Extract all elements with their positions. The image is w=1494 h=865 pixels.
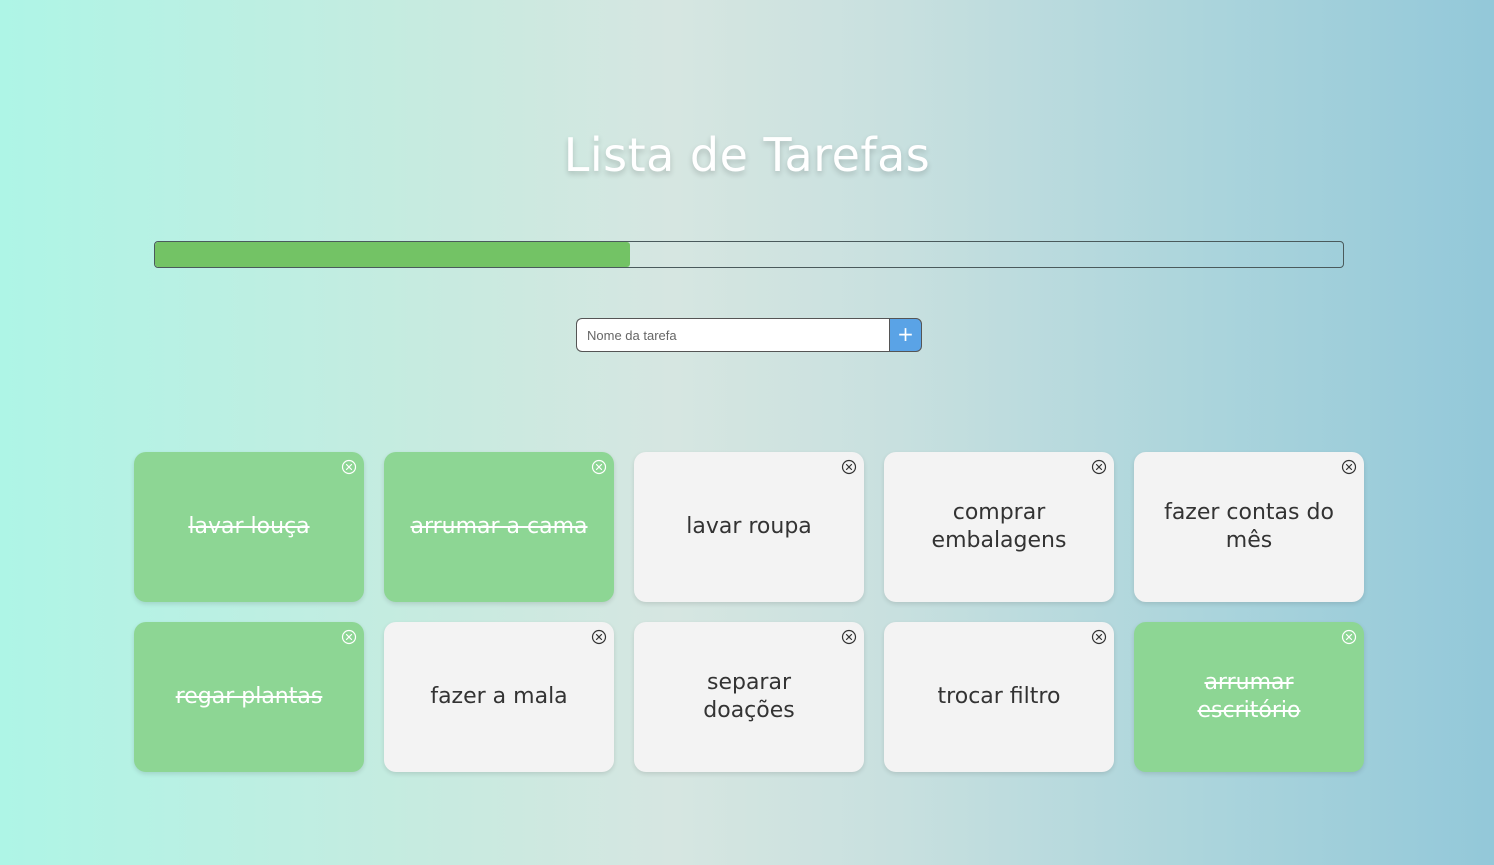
task-card[interactable]: arrumar a cama xyxy=(384,452,614,602)
close-circle-icon[interactable] xyxy=(841,459,857,475)
close-circle-icon[interactable] xyxy=(1341,629,1357,645)
task-label: regar plantas xyxy=(175,684,323,709)
task-grid: lavar louça arrumar a cama lavar roupa comp… xyxy=(134,452,1364,772)
close-circle-icon[interactable] xyxy=(341,459,357,475)
close-circle-icon[interactable] xyxy=(341,629,357,645)
task-card[interactable]: comprar embalagens xyxy=(884,452,1114,602)
task-label: fazer a mala xyxy=(430,684,568,709)
close-circle-icon[interactable] xyxy=(591,459,607,475)
progress-bar-fill xyxy=(155,242,631,267)
task-label: separar doações xyxy=(703,670,795,723)
task-card[interactable]: regar plantas xyxy=(134,622,364,772)
close-circle-icon[interactable] xyxy=(1091,459,1107,475)
task-label: arrumar escritório xyxy=(1197,670,1301,723)
close-circle-icon[interactable] xyxy=(591,629,607,645)
task-card[interactable]: separar doações xyxy=(634,622,864,772)
task-label: comprar embalagens xyxy=(931,500,1067,553)
add-task-button[interactable]: + xyxy=(889,318,922,352)
task-card[interactable]: trocar filtro xyxy=(884,622,1114,772)
task-card[interactable]: lavar roupa xyxy=(634,452,864,602)
add-task-form: + xyxy=(576,318,922,352)
task-label: lavar roupa xyxy=(686,514,812,539)
page-title: Lista de Tarefas xyxy=(563,128,931,182)
close-circle-icon[interactable] xyxy=(1341,459,1357,475)
task-label: trocar filtro xyxy=(937,684,1061,709)
task-label: lavar louça xyxy=(188,514,310,539)
task-card[interactable]: fazer contas do mês xyxy=(1134,452,1364,602)
task-card[interactable]: arrumar escritório xyxy=(1134,622,1364,772)
task-label: arrumar a cama xyxy=(410,514,588,539)
task-card[interactable]: fazer a mala xyxy=(384,622,614,772)
task-card[interactable]: lavar louça xyxy=(134,452,364,602)
close-circle-icon[interactable] xyxy=(1091,629,1107,645)
task-label: fazer contas do mês xyxy=(1164,500,1334,553)
progress-bar xyxy=(154,241,1344,268)
task-name-input[interactable] xyxy=(576,318,889,352)
close-circle-icon[interactable] xyxy=(841,629,857,645)
